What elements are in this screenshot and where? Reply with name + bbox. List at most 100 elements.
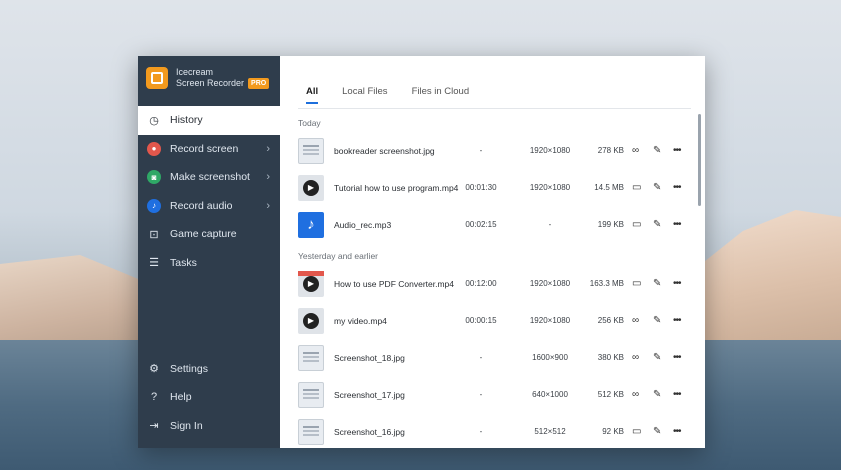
file-size: 163.3 MB [589, 279, 624, 288]
file-resolution: 640×1000 [532, 390, 568, 399]
file-resolution: 1920×1080 [529, 183, 571, 192]
clock-icon: ◷ [149, 114, 159, 127]
sidebar-item-help[interactable]: ? Help [138, 383, 280, 412]
image-thumbnail [298, 381, 324, 408]
more-icon[interactable]: ••• [673, 182, 681, 193]
sidebar-item-tasks[interactable]: ☰ Tasks [138, 249, 280, 278]
file-resolution: 1920×1080 [529, 279, 571, 288]
link-icon[interactable]: ∞ [632, 389, 639, 400]
section-earlier: Yesterday and earlier [298, 251, 379, 261]
file-row[interactable]: Screenshot_18.jpg - 1600×900 380 KB ∞ ✎ ••• [280, 339, 705, 376]
sidebar-item-label: Sign In [170, 419, 203, 432]
more-icon[interactable]: ••• [673, 426, 681, 437]
sidebar-item-record-audio[interactable]: ♪ Record audio › [138, 192, 280, 221]
folder-icon[interactable]: ▭ [632, 426, 641, 437]
file-list-earlier: ▶ How to use PDF Converter.mp4 00:12:00 192… [280, 265, 705, 448]
tasks-icon: ☰ [149, 257, 159, 270]
edit-icon[interactable]: ✎ [653, 219, 661, 230]
edit-icon[interactable]: ✎ [653, 426, 661, 437]
sidebar-item-game-capture[interactable]: ⊡ Game capture [138, 220, 280, 249]
pro-badge: PRO [248, 78, 270, 89]
folder-icon[interactable]: ▭ [632, 278, 641, 289]
more-icon[interactable]: ••• [673, 352, 681, 363]
video-thumbnail: ▶ [298, 307, 324, 334]
file-row[interactable]: ▶ my video.mp4 00:00:15 1920×1080 256 KB ∞ ✎ ••… [280, 302, 705, 339]
edit-icon[interactable]: ✎ [653, 389, 661, 400]
gamepad-icon: ⊡ [149, 228, 159, 241]
file-row[interactable]: Screenshot_17.jpg - 640×1000 512 KB ∞ ✎ ••• [280, 376, 705, 413]
file-row[interactable]: bookreader screenshot.jpg - 1920×1080 278 K… [280, 132, 705, 169]
app-logo-icon [146, 67, 168, 89]
scrollbar[interactable] [698, 114, 701, 206]
sidebar-bottom-nav: ⚙ Settings ? Help ⇥ Sign In [138, 355, 280, 441]
camera-icon: ◙ [146, 169, 162, 185]
edit-icon[interactable]: ✎ [653, 315, 661, 326]
file-size: 92 KB [602, 427, 624, 436]
file-name: Screenshot_17.jpg [334, 389, 405, 400]
file-resolution: 1920×1080 [529, 146, 571, 155]
sidebar: Icecream Screen Recorder PRO ◷ History ● Re… [138, 56, 280, 448]
sidebar-item-label: History [170, 114, 203, 127]
file-row[interactable]: ♪ Audio_rec.mp3 00:02:15 - 199 KB ▭ ✎ ••• [280, 206, 705, 243]
file-list-today: bookreader screenshot.jpg - 1920×1080 278 K… [280, 132, 705, 243]
tabs-divider [298, 108, 691, 109]
folder-icon[interactable]: ▭ [632, 182, 641, 193]
file-name: How to use PDF Converter.mp4 [334, 278, 454, 289]
image-thumbnail [298, 418, 324, 445]
file-name: bookreader screenshot.jpg [334, 145, 435, 156]
desktop-hill-right [690, 210, 841, 350]
more-icon[interactable]: ••• [673, 315, 681, 326]
link-icon[interactable]: ∞ [632, 145, 639, 156]
sidebar-item-label: Settings [170, 362, 208, 375]
file-name: my video.mp4 [334, 315, 387, 326]
more-icon[interactable]: ••• [673, 145, 681, 156]
main-panel: — ✕ AllLocal FilesFiles in Cloud ▦ ☰ Tod… [280, 56, 705, 448]
file-row[interactable]: ▶ Tutorial how to use program.mp4 00:01:30… [280, 169, 705, 206]
edit-icon[interactable]: ✎ [653, 278, 661, 289]
edit-icon[interactable]: ✎ [653, 182, 661, 193]
file-duration: 00:01:30 [465, 183, 497, 192]
tab-files-in-cloud[interactable]: Files in Cloud [412, 86, 470, 104]
gear-icon: ⚙ [149, 363, 159, 376]
sidebar-item-settings[interactable]: ⚙ Settings [138, 355, 280, 384]
file-duration: 00:00:15 [465, 316, 497, 325]
file-name: Tutorial how to use program.mp4 [334, 182, 459, 193]
sidebar-item-history[interactable]: ◷ History [138, 106, 280, 135]
brand-line1: Icecream [176, 67, 214, 77]
more-icon[interactable]: ••• [673, 278, 681, 289]
edit-icon[interactable]: ✎ [653, 352, 661, 363]
tab-all[interactable]: All [306, 86, 319, 104]
file-duration: 00:02:15 [465, 220, 497, 229]
file-row[interactable]: Screenshot_16.jpg - 512×512 92 KB ▭ ✎ ••• [280, 413, 705, 448]
file-row[interactable]: ▶ How to use PDF Converter.mp4 00:12:00 192… [280, 265, 705, 302]
file-size: 14.5 MB [594, 183, 624, 192]
file-duration: - [479, 390, 483, 399]
microphone-icon: ♪ [146, 198, 162, 214]
folder-icon[interactable]: ▭ [632, 219, 641, 230]
video-thumbnail: ▶ [298, 174, 324, 201]
play-icon[interactable]: ▶ [303, 275, 319, 292]
sidebar-item-make-screenshot[interactable]: ◙ Make screenshot › [138, 163, 280, 192]
sign-in-icon: ⇥ [149, 420, 159, 433]
brand-text: Icecream Screen Recorder PRO [176, 67, 270, 89]
more-icon[interactable]: ••• [673, 389, 681, 400]
audio-thumbnail: ♪ [298, 211, 324, 238]
app-window: Icecream Screen Recorder PRO ◷ History ● Re… [138, 56, 705, 448]
file-duration: - [479, 427, 483, 436]
sidebar-item-label: Help [170, 391, 192, 404]
sidebar-item-sign-in[interactable]: ⇥ Sign In [138, 412, 280, 441]
file-duration: - [479, 353, 483, 362]
link-icon[interactable]: ∞ [632, 315, 639, 326]
brand: Icecream Screen Recorder PRO [138, 56, 280, 100]
sidebar-item-record-screen[interactable]: ● Record screen › [138, 135, 280, 164]
file-resolution: 1600×900 [532, 353, 568, 362]
tab-local-files[interactable]: Local Files [342, 86, 387, 104]
link-icon[interactable]: ∞ [632, 352, 639, 363]
section-today: Today [298, 118, 321, 128]
play-icon[interactable]: ▶ [303, 179, 319, 196]
edit-icon[interactable]: ✎ [653, 145, 661, 156]
file-duration: 00:12:00 [465, 279, 497, 288]
play-icon[interactable]: ▶ [303, 312, 319, 329]
file-duration: - [479, 146, 483, 155]
more-icon[interactable]: ••• [673, 219, 681, 230]
